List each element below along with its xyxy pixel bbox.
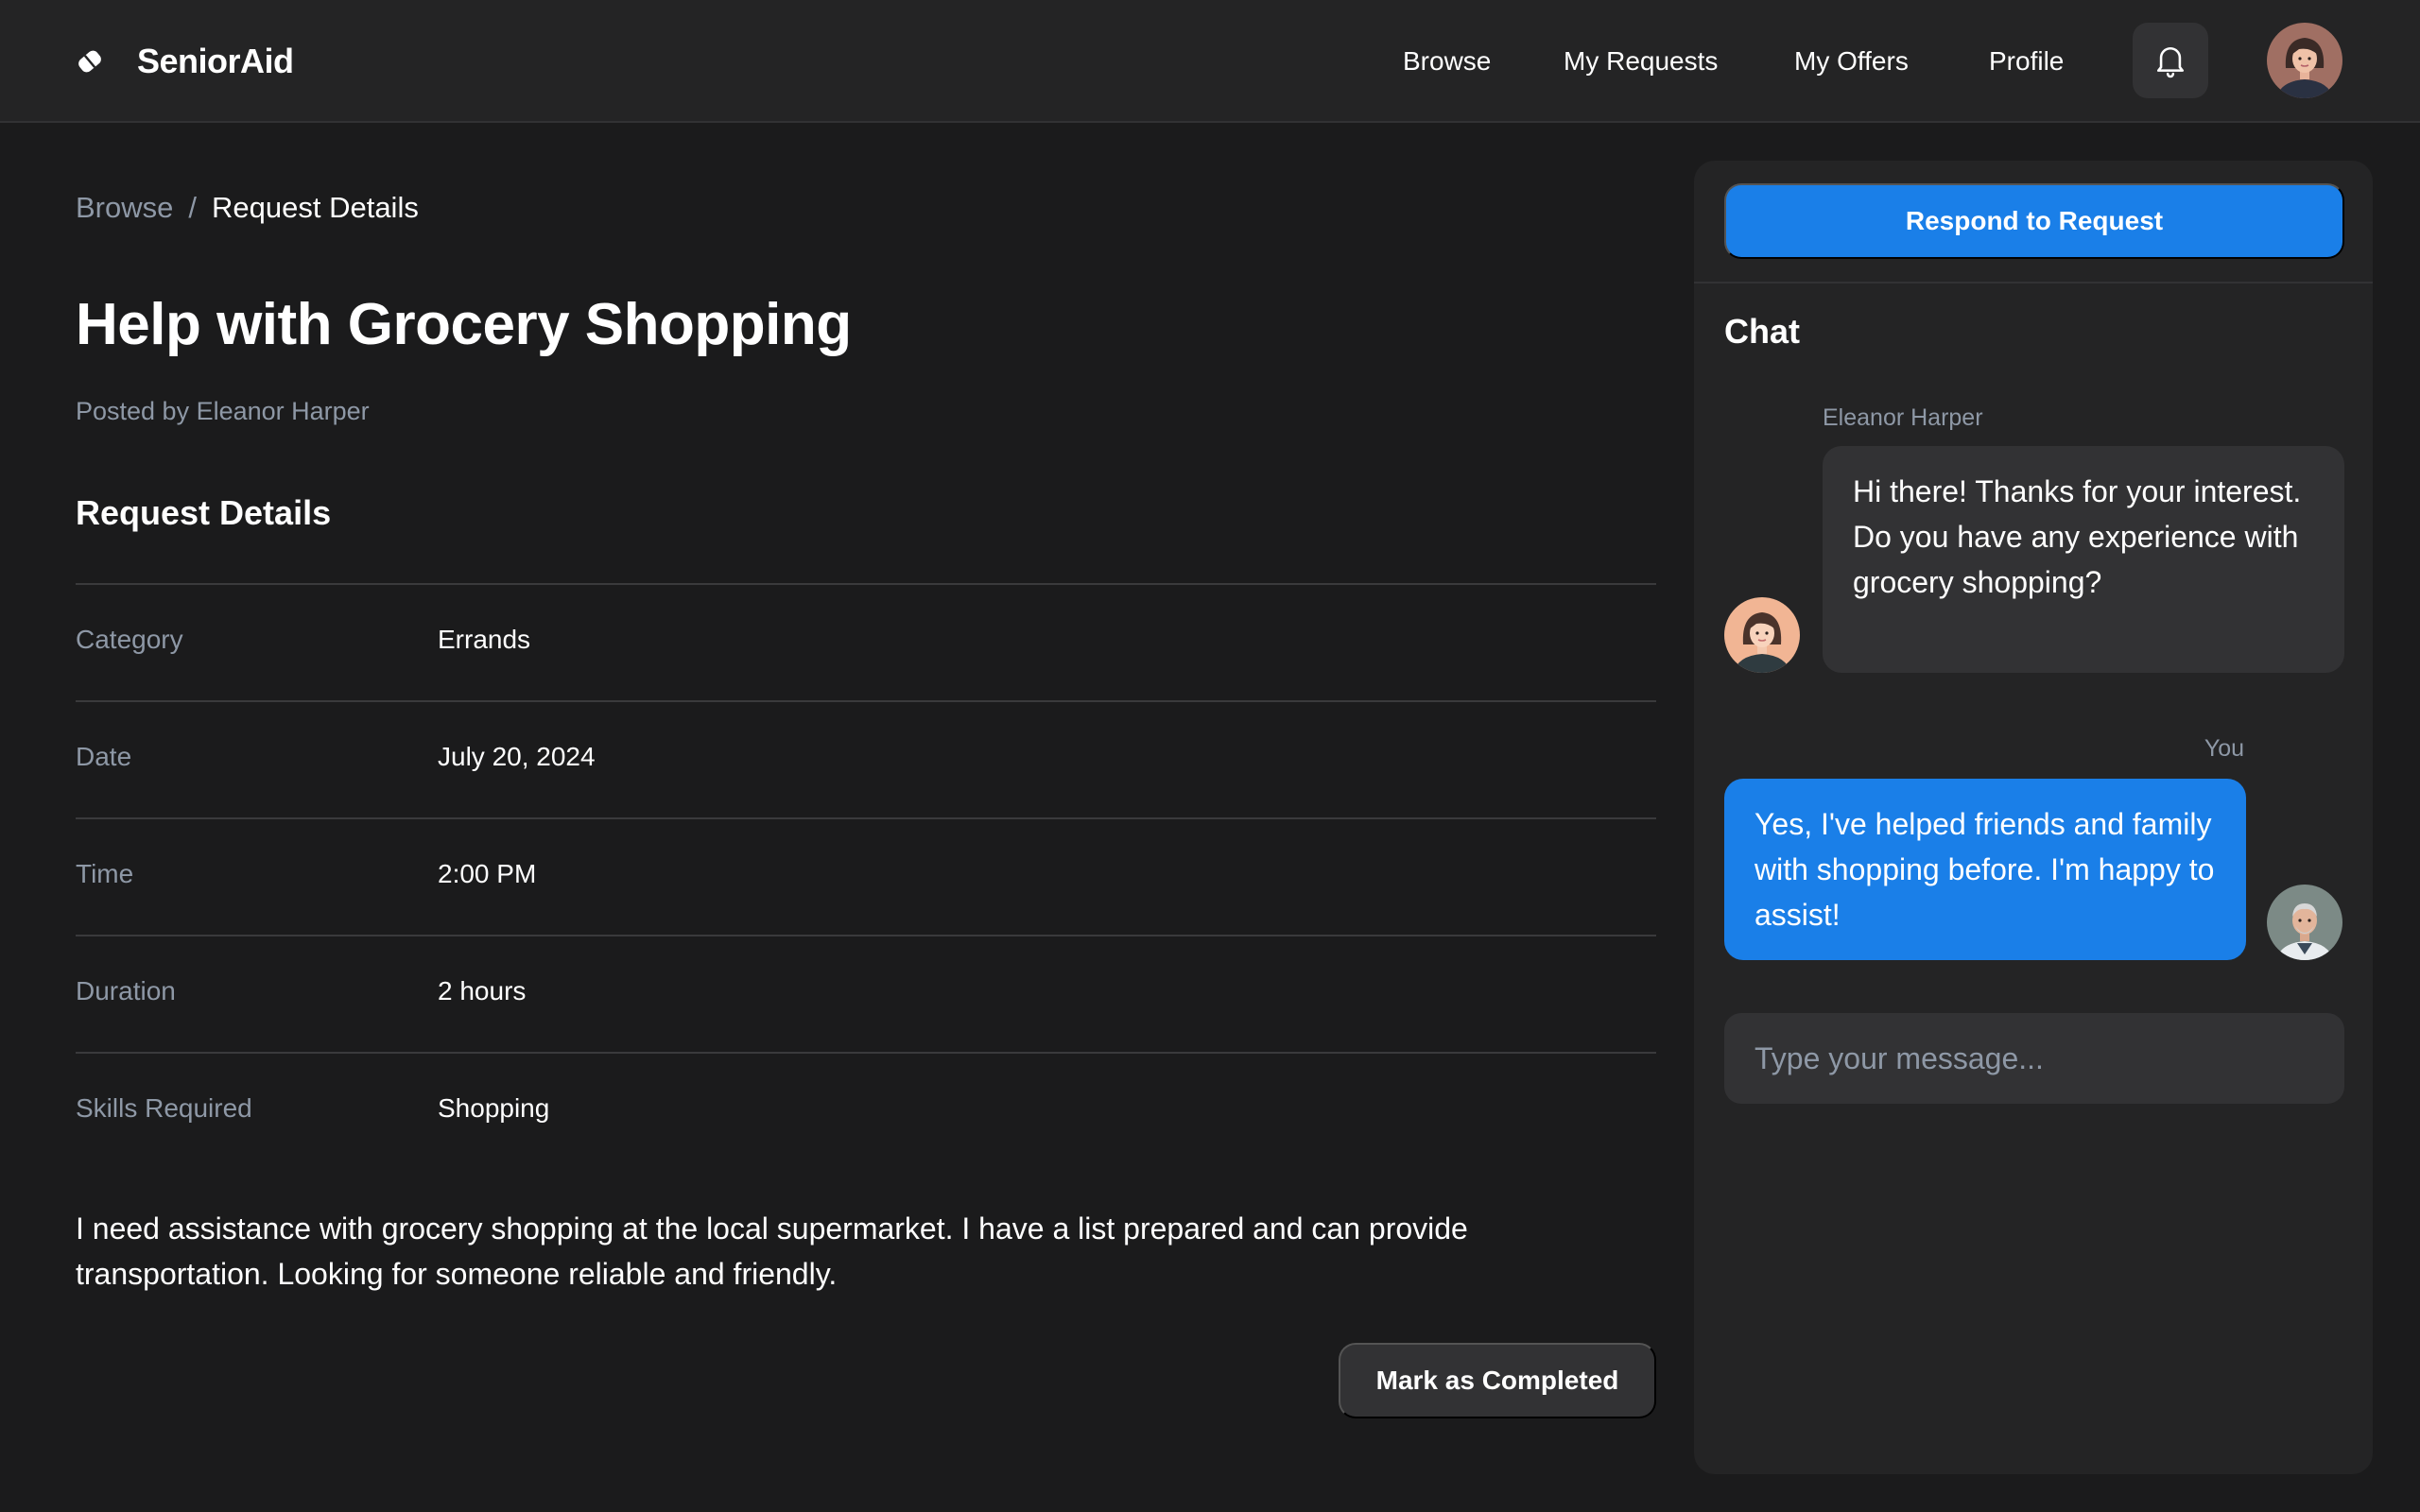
respond-button[interactable]: Respond to Request	[1724, 183, 2344, 259]
chat-title: Chat	[1724, 312, 1800, 351]
own-avatar	[2267, 885, 2342, 960]
detail-value: Shopping	[438, 1093, 550, 1123]
detail-value: Errands	[438, 625, 531, 654]
message-bubble: Yes, I've helped friends and family with…	[1724, 779, 2246, 960]
logo-icon	[78, 50, 101, 73]
breadcrumb: Browse / Request Details	[76, 191, 419, 225]
detail-label: Date	[76, 742, 132, 771]
detail-row: Category Errands	[76, 583, 1656, 700]
top-bar: SeniorAid Browse My Requests My Offers P…	[0, 0, 2420, 123]
breadcrumb-separator: /	[188, 191, 197, 224]
chat-panel: Respond to Request Chat Eleanor Harper H…	[1694, 161, 2373, 1474]
nav-my-requests[interactable]: My Requests	[1564, 38, 1718, 85]
message-input[interactable]	[1724, 1013, 2344, 1104]
own-avatar-image	[2267, 885, 2342, 960]
user-avatar-image	[2267, 23, 2342, 98]
page-title: Help with Grocery Shopping	[76, 292, 852, 357]
sender-avatar	[1724, 597, 1800, 673]
message-sender: Eleanor Harper	[1823, 404, 1983, 431]
detail-label: Skills Required	[76, 1093, 252, 1123]
panel-divider	[1694, 282, 2373, 284]
notifications-button[interactable]	[2133, 23, 2208, 98]
detail-label: Duration	[76, 976, 176, 1005]
user-avatar[interactable]	[2267, 23, 2342, 98]
detail-label: Time	[76, 859, 134, 888]
nav-my-offers[interactable]: My Offers	[1794, 38, 1909, 85]
request-description: I need assistance with grocery shopping …	[76, 1211, 1468, 1291]
details-table: Category Errands Date July 20, 2024 Time…	[76, 583, 1656, 1169]
detail-row: Date July 20, 2024	[76, 700, 1656, 817]
detail-value: July 20, 2024	[438, 742, 596, 771]
breadcrumb-browse[interactable]: Browse	[76, 191, 173, 225]
sender-avatar-image	[1724, 597, 1800, 673]
app-logo[interactable]: SeniorAid	[76, 38, 294, 85]
app-name: SeniorAid	[137, 42, 294, 80]
nav-profile[interactable]: Profile	[1989, 38, 2064, 85]
detail-label: Category	[76, 625, 183, 654]
section-title: Request Details	[76, 493, 332, 532]
detail-value: 2:00 PM	[438, 859, 537, 888]
detail-row: Skills Required Shopping	[76, 1052, 1656, 1169]
detail-value: 2 hours	[438, 976, 527, 1005]
detail-row: Duration 2 hours	[76, 935, 1656, 1052]
message-bubble: Hi there! Thanks for your interest. Do y…	[1823, 446, 2344, 673]
mark-completed-button[interactable]: Mark as Completed	[1339, 1343, 1656, 1418]
message-sender: You	[2204, 735, 2244, 762]
nav-browse[interactable]: Browse	[1403, 38, 1491, 85]
bell-icon	[2156, 46, 2185, 78]
detail-row: Time 2:00 PM	[76, 817, 1656, 935]
breadcrumb-current: Request Details	[212, 191, 419, 224]
posted-by: Posted by Eleanor Harper	[76, 397, 370, 425]
